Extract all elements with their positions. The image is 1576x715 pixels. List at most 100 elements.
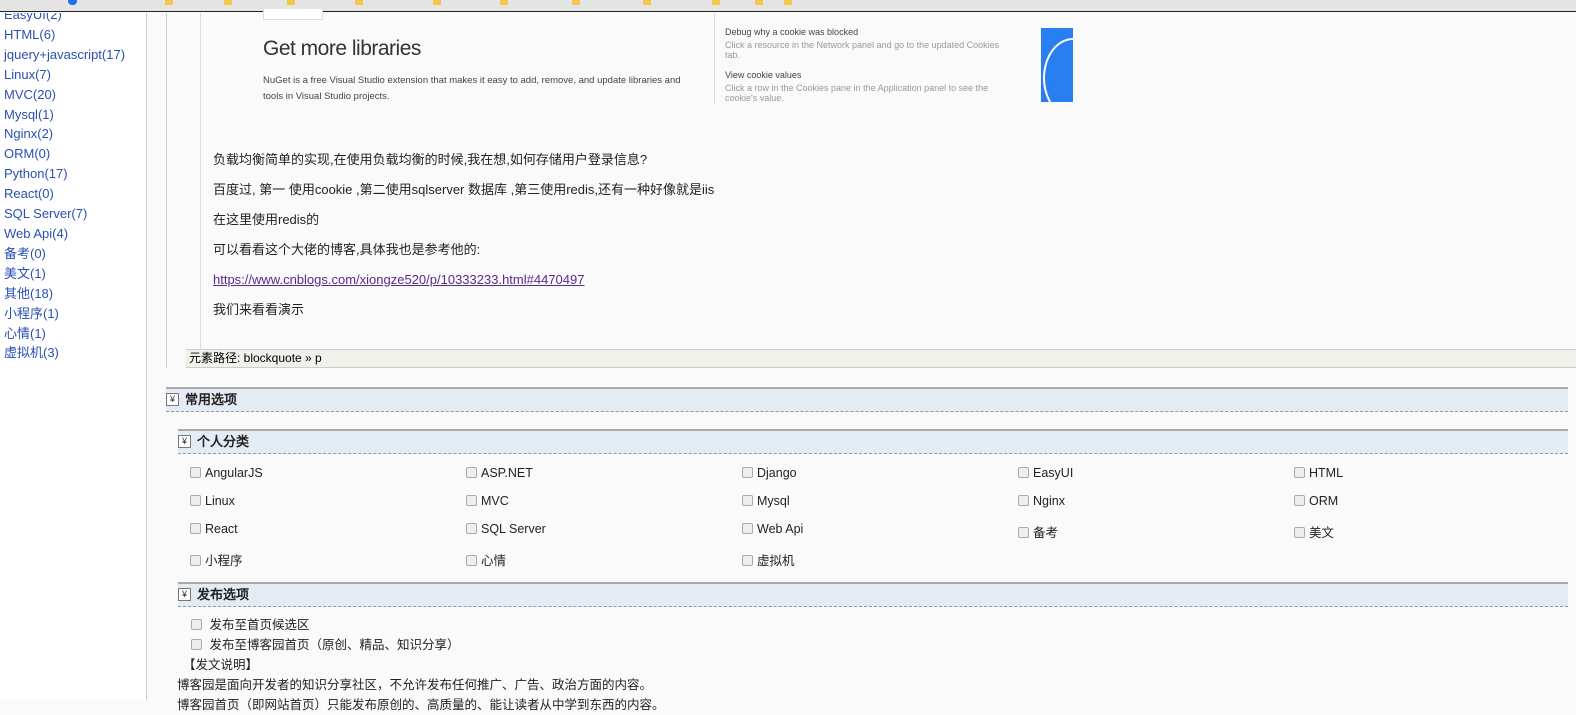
publish-homepage-option[interactable]: 发布至博客园首页（原创、精品、知识分享） [177,635,665,655]
bookmark-favicon-icon[interactable] [68,0,77,5]
sidebar-category-link[interactable]: React(0) [0,184,146,204]
checkbox[interactable] [742,523,753,535]
category-checkbox-item[interactable]: ASP.NET [466,466,533,480]
bookmark-favicon-icon[interactable] [287,0,295,5]
bookmark-favicon-icon[interactable] [572,0,580,5]
category-checkbox-item[interactable]: 心情 [466,550,506,569]
category-checkbox-item[interactable]: EasyUI [1018,466,1073,480]
sidebar-category-link[interactable]: Web Api(4) [0,224,146,244]
publish-candidate-option[interactable]: 发布至首页候选区 [177,615,665,635]
section-publish-options[interactable]: ¥ 发布选项 [178,582,1568,607]
category-checkbox-item[interactable]: HTML [1294,466,1343,480]
category-checkbox-item[interactable]: ORM [1294,494,1338,508]
checkbox[interactable] [1018,467,1029,479]
checkbox[interactable] [1018,527,1029,539]
double-chevron-down-icon[interactable]: ¥ [166,393,179,407]
sidebar-category-link[interactable]: Linux(7) [0,65,146,85]
checkbox[interactable] [466,495,477,507]
bookmark-favicon-icon[interactable] [433,0,441,5]
checkbox[interactable] [742,495,753,507]
note-title: 【发文说明】 [183,658,259,672]
sidebar-category-link[interactable]: 虚拟机(3) [0,343,146,363]
paragraph: 百度过, 第一 使用cookie ,第二使用sqlserver 数据库 ,第三使… [213,182,715,197]
category-label: 美文 [1309,526,1335,540]
rich-text-editor[interactable]: Get more libraries NuGet is a free Visua… [166,9,1576,368]
section-title: 个人分类 [197,434,250,449]
sidebar-category-link[interactable]: MVC(20) [0,85,146,105]
category-checkbox-item[interactable]: Django [742,466,797,480]
sidebar-category-link[interactable]: 心情(1) [0,324,146,344]
bookmark-favicon-icon[interactable] [643,0,651,5]
bookmark-favicon-icon[interactable] [165,0,173,5]
checkbox[interactable] [466,467,477,479]
checkbox[interactable] [466,555,477,567]
checkbox[interactable] [1294,527,1305,539]
category-checkbox-item[interactable]: 备考 [1018,522,1058,541]
checkbox[interactable] [190,467,201,479]
category-checkbox-item[interactable]: 美文 [1294,522,1334,541]
checkbox[interactable] [191,639,202,651]
bookmark-favicon-icon[interactable] [755,0,763,5]
embedded-screenshot: Get more libraries NuGet is a free Visua… [211,9,1081,103]
option-label: 发布至博客园首页（原创、精品、知识分享） [209,638,460,652]
cookie-tip-title: View cookie values [725,70,802,80]
paragraph: 可以看看这个大佬的博客,具体我也是参考他的: [213,242,481,257]
blockquote: Get more libraries NuGet is a free Visua… [200,9,1576,349]
sidebar-category-link[interactable]: 其他(18) [0,284,146,304]
bookmark-favicon-icon[interactable] [784,0,792,5]
category-sidebar: EasyUI(2) HTML(6) jquery+javascript(17) Lin… [0,13,147,700]
bookmark-favicon-icon[interactable] [355,0,363,5]
section-title: 常用选项 [185,392,238,407]
checkbox[interactable] [466,523,477,535]
sidebar-category-link[interactable]: ORM(0) [0,144,146,164]
image-title: Get more libraries [263,37,421,60]
paragraph: 在这里使用redis的 [213,212,320,227]
sidebar-category-link[interactable]: Nginx(2) [0,124,146,144]
note-text: 博客园首页（即网站首页）只能发布原创的、高质量的、能让读者从中学到东西的内容。 [177,698,665,712]
checkbox[interactable] [742,467,753,479]
blog-link[interactable]: https://www.cnblogs.com/xiongze520/p/103… [213,272,584,287]
cookie-tip-desc: Click a resource in the Network panel an… [725,40,1000,60]
sidebar-category-link[interactable]: jquery+javascript(17) [0,45,146,65]
section-common-options[interactable]: ¥ 常用选项 [166,387,1568,412]
sidebar-category-link[interactable]: Python(17) [0,164,146,184]
category-checkbox-item[interactable]: Web Api [742,522,803,536]
category-checkbox-item[interactable]: 虚拟机 [742,550,795,569]
checkbox[interactable] [191,619,202,631]
devtools-logo-image [1041,28,1073,102]
category-checkbox-item[interactable]: React [190,522,238,536]
checkbox[interactable] [742,555,753,567]
category-checkbox-item[interactable]: MVC [466,494,509,508]
checkbox[interactable] [190,555,201,567]
bookmark-favicon-icon[interactable] [500,0,508,5]
section-personal-categories[interactable]: ¥ 个人分类 [178,429,1568,454]
category-checkbox-item[interactable]: Nginx [1018,494,1065,508]
sidebar-category-link[interactable]: SQL Server(7) [0,204,146,224]
bookmark-favicon-icon[interactable] [224,0,232,5]
category-checkbox-item[interactable]: Mysql [742,494,790,508]
sidebar-category-link[interactable]: 备考(0) [0,244,146,264]
section-title: 发布选项 [197,587,250,602]
category-checkbox-item[interactable]: Linux [190,494,235,508]
sidebar-category-link[interactable]: 美文(1) [0,264,146,284]
category-checkbox-item[interactable]: AngularJS [190,466,263,480]
double-chevron-down-icon[interactable]: ¥ [178,435,191,449]
category-label: Nginx [1033,494,1065,508]
checkbox[interactable] [1294,495,1305,507]
bookmark-favicon-icon[interactable] [712,0,720,5]
category-checkbox-item[interactable]: SQL Server [466,522,546,536]
sidebar-category-link[interactable]: Mysql(1) [0,105,146,125]
category-checkbox-item[interactable]: 小程序 [190,550,243,569]
sidebar-category-link[interactable]: 小程序(1) [0,304,146,324]
sidebar-category-link[interactable]: EasyUI(2) [0,13,146,25]
checkbox[interactable] [190,523,201,535]
cookie-tip-desc: Click a row in the Cookies pane in the A… [725,83,989,103]
category-label: 虚拟机 [757,554,795,568]
sidebar-category-link[interactable]: HTML(6) [0,25,146,45]
checkbox[interactable] [1018,495,1029,507]
paragraph: 负载均衡简单的实现,在使用负载均衡的时候,我在想,如何存储用户登录信息? [213,152,648,167]
checkbox[interactable] [1294,467,1305,479]
checkbox[interactable] [190,495,201,507]
double-chevron-down-icon[interactable]: ¥ [178,588,191,602]
category-label: HTML [1309,466,1344,480]
